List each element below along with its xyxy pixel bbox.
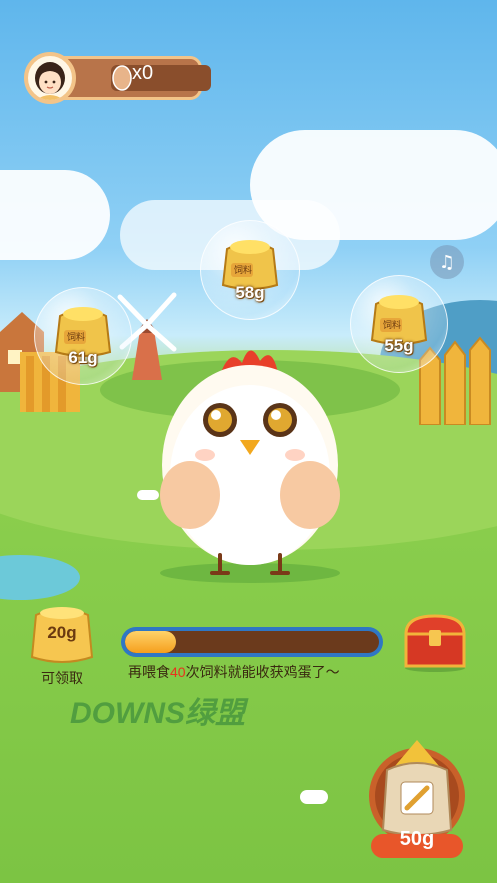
feed-bubble[interactable]: 饲料 61g bbox=[34, 287, 132, 385]
sack-label: 饲料 bbox=[67, 333, 86, 343]
egg-count: x0 bbox=[132, 62, 154, 84]
progress-hint-suffix: 次饲料就能收获鸡蛋了～ bbox=[185, 664, 340, 680]
feed-amount: 50g bbox=[399, 828, 435, 850]
feed-button[interactable]: 50g bbox=[365, 730, 469, 858]
claim-feed-button[interactable]: 20g bbox=[30, 603, 94, 665]
profile-panel: x0 bbox=[24, 52, 211, 104]
bubble-amount: 61g bbox=[68, 348, 98, 367]
watermark: DOWNS绿盟 bbox=[70, 697, 245, 730]
progress-hint-count: 40 bbox=[170, 664, 186, 680]
egg-icon bbox=[112, 65, 132, 91]
sack-label: 饲料 bbox=[234, 266, 253, 276]
cloud bbox=[0, 170, 110, 260]
avatar[interactable] bbox=[24, 52, 76, 104]
bubble-amount: 55g bbox=[384, 336, 414, 355]
progress-hint: 再喂食40次饲料就能收获鸡蛋了～ bbox=[128, 662, 340, 682]
feed-bubble[interactable]: 饲料 58g bbox=[200, 220, 300, 320]
progress-track-inner bbox=[125, 631, 379, 653]
music-note-icon[interactable]: ♫ bbox=[430, 245, 464, 279]
pond bbox=[0, 555, 80, 600]
flower bbox=[137, 490, 159, 500]
claim-label: 可领取 bbox=[41, 670, 83, 686]
progress-hint-prefix: 再喂食 bbox=[128, 664, 170, 680]
progress-fill bbox=[125, 631, 176, 653]
treasure-chest-icon[interactable] bbox=[402, 612, 468, 672]
feed-bubble[interactable]: 饲料 55g bbox=[350, 275, 448, 373]
feeding-progress-bar bbox=[121, 627, 383, 657]
game-scene: x0 ♫ 饲料 58g 饲料 61g 饲料 55g 20g 可领取 再喂食40次… bbox=[0, 0, 497, 883]
flower bbox=[300, 790, 328, 804]
chicken[interactable] bbox=[150, 335, 350, 585]
sack-label: 饲料 bbox=[383, 321, 402, 331]
claim-amount: 20g bbox=[47, 623, 77, 642]
bubble-amount: 58g bbox=[235, 283, 265, 302]
